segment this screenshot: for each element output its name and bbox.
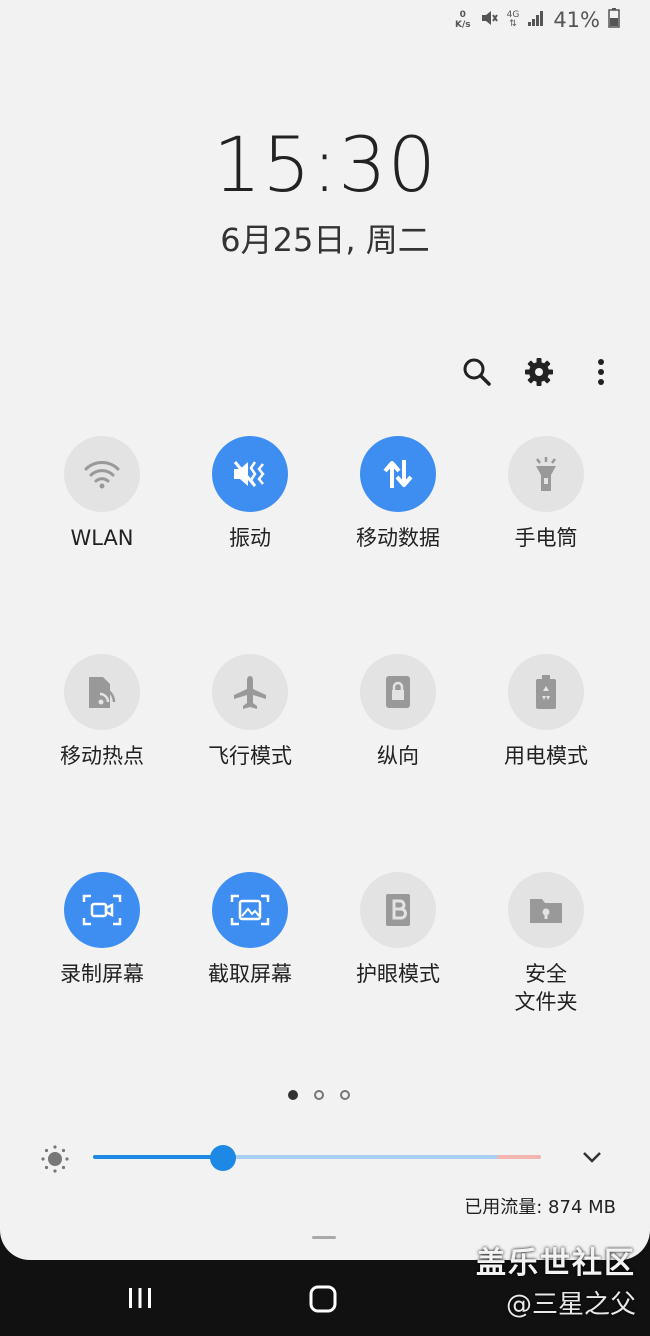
- airplane-icon: [234, 676, 266, 709]
- tile-airplane-button[interactable]: [212, 654, 288, 730]
- brightness-icon: [40, 1144, 70, 1178]
- tile-portrait-button[interactable]: [360, 654, 436, 730]
- tile-label: 移动数据: [356, 526, 440, 550]
- clock: 15:30: [212, 120, 438, 209]
- page-dot[interactable]: [340, 1090, 350, 1100]
- tile-screenshot-button[interactable]: [212, 872, 288, 948]
- tile-label: WLAN: [70, 526, 134, 550]
- signal-icon: [527, 9, 545, 31]
- tile-portrait[interactable]: 纵向: [324, 654, 472, 770]
- slider-high-zone: [497, 1155, 541, 1159]
- slider-thumb[interactable]: [209, 1145, 236, 1171]
- tile-label: 手电筒: [514, 526, 578, 550]
- tile-vibrate[interactable]: 振动: [176, 436, 324, 552]
- tile-secure-folder-button[interactable]: [508, 872, 584, 948]
- page-dot[interactable]: [288, 1090, 298, 1100]
- gear-icon[interactable]: [522, 355, 556, 389]
- tile-power-mode[interactable]: 用电模式: [472, 654, 620, 770]
- tile-airplane[interactable]: 飞行模式: [176, 654, 324, 770]
- tile-label: 飞行模式: [208, 744, 292, 768]
- search-icon[interactable]: [460, 355, 494, 389]
- tile-hotspot-button[interactable]: [64, 654, 140, 730]
- tile-power-mode-button[interactable]: [508, 654, 584, 730]
- tile-flashlight-button[interactable]: [508, 436, 584, 512]
- tile-eye-comfort-button[interactable]: [360, 872, 436, 948]
- page-dot[interactable]: [314, 1090, 324, 1100]
- mobile-data-icon: [383, 460, 413, 488]
- quick-panel: 0 K/s 4G ⇅ 41% 15:30 6月25日, 周二 WLAN 振动 移…: [0, 0, 650, 1260]
- tile-wlan[interactable]: WLAN: [28, 436, 176, 552]
- tile-label: 纵向: [377, 744, 419, 768]
- screen-record-icon: [82, 894, 122, 926]
- tile-label: 录制屏幕: [60, 962, 144, 986]
- hotspot-icon: [89, 677, 116, 708]
- tile-eye-comfort[interactable]: 护眼模式: [324, 872, 472, 988]
- battery-percent: 41%: [553, 8, 600, 32]
- tile-vibrate-button[interactable]: [212, 436, 288, 512]
- tile-flashlight[interactable]: 手电筒: [472, 436, 620, 552]
- mute-icon: [479, 8, 499, 32]
- watermark-author: @三星之父: [505, 1290, 636, 1320]
- wifi-icon: [84, 461, 120, 489]
- data-usage-text: 已用流量: 874 MB: [464, 1197, 616, 1218]
- screenshot-icon: [230, 894, 270, 926]
- tile-label: 护眼模式: [356, 962, 440, 986]
- tile-mobile-data-button[interactable]: [360, 436, 436, 512]
- power-mode-icon: [536, 675, 556, 709]
- status-bar: 0 K/s 4G ⇅ 41%: [455, 6, 620, 34]
- tile-label: 移动热点: [60, 744, 144, 768]
- recents-icon[interactable]: [126, 1286, 154, 1310]
- portrait-lock-icon: [386, 676, 410, 708]
- page-indicator: [288, 1090, 350, 1100]
- tile-secure-folder[interactable]: 安全 文件夹: [472, 872, 620, 1016]
- tile-mobile-data[interactable]: 移动数据: [324, 436, 472, 552]
- brightness-slider[interactable]: [93, 1145, 541, 1171]
- battery-icon: [608, 8, 620, 32]
- tile-screen-record[interactable]: 录制屏幕: [28, 872, 176, 988]
- home-icon[interactable]: [308, 1284, 338, 1314]
- vibrate-icon: [233, 461, 265, 487]
- tile-label: 安全 文件夹: [514, 962, 578, 1014]
- network-speed: 0 K/s: [454, 10, 471, 30]
- tile-wlan-button[interactable]: [64, 436, 140, 512]
- slider-fill: [93, 1155, 223, 1159]
- tile-label: 用电模式: [504, 744, 588, 768]
- date: 6月25日, 周二: [220, 221, 430, 259]
- tile-label: 振动: [229, 526, 271, 550]
- flashlight-icon: [536, 457, 556, 491]
- tile-label: 截取屏幕: [208, 962, 292, 986]
- tile-screen-record-button[interactable]: [64, 872, 140, 948]
- watermark-title: 盖乐世社区: [476, 1246, 636, 1281]
- panel-handle[interactable]: [312, 1236, 336, 1239]
- tile-screenshot[interactable]: 截取屏幕: [176, 872, 324, 988]
- tile-hotspot[interactable]: 移动热点: [28, 654, 176, 770]
- network-type: 4G ⇅: [506, 10, 520, 29]
- chevron-down-icon[interactable]: [580, 1145, 604, 1173]
- more-vert-icon[interactable]: [584, 355, 618, 389]
- secure-folder-icon: [530, 899, 562, 923]
- eye-comfort-icon: [386, 894, 410, 926]
- panel-toolbar: [460, 355, 618, 389]
